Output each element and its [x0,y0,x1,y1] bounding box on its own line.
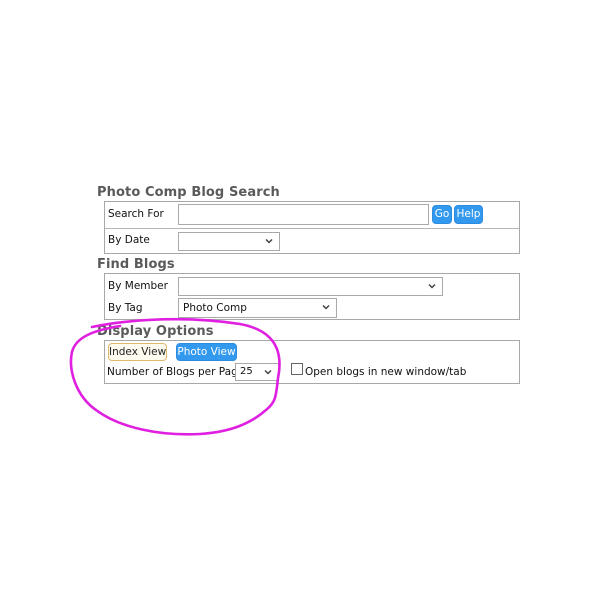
by-tag-row: By Tag Photo Comp [105,297,519,320]
search-section-title: Photo Comp Blog Search [97,185,280,200]
search-for-row: Search For Go Help [105,202,519,228]
search-input[interactable] [178,204,429,225]
new-window-label[interactable]: Open blogs in new window/tab [305,366,466,378]
search-panel: Search For Go Help By Date [104,201,520,254]
display-section-title: Display Options [97,324,214,339]
blogs-per-page-value: 25 [240,366,253,377]
chevron-down-icon [265,238,273,244]
index-view-button[interactable]: Index View [108,343,167,361]
by-member-select[interactable] [178,277,443,296]
by-date-label: By Date [108,234,150,246]
display-panel: Index View Photo View Number of Blogs pe… [104,340,520,384]
blogs-per-page-label: Number of Blogs per Page [107,366,245,378]
photo-view-button[interactable]: Photo View [176,343,237,361]
by-date-select[interactable] [178,232,280,251]
by-tag-label: By Tag [108,302,143,314]
by-tag-select[interactable]: Photo Comp [178,298,337,318]
help-button[interactable]: Help [454,205,483,224]
by-tag-value: Photo Comp [183,302,247,314]
chevron-down-icon [428,283,436,289]
by-member-row: By Member [105,274,519,297]
by-date-row: By Date [105,228,519,254]
by-member-label: By Member [108,280,168,292]
chevron-down-icon [264,369,272,375]
find-section-title: Find Blogs [97,257,175,272]
new-window-checkbox[interactable] [291,363,303,375]
go-button[interactable]: Go [432,205,452,224]
search-for-label: Search For [108,208,164,220]
blogs-per-page-select[interactable]: 25 [235,363,279,381]
find-panel: By Member By Tag Photo Comp [104,273,520,320]
chevron-down-icon [322,304,330,310]
